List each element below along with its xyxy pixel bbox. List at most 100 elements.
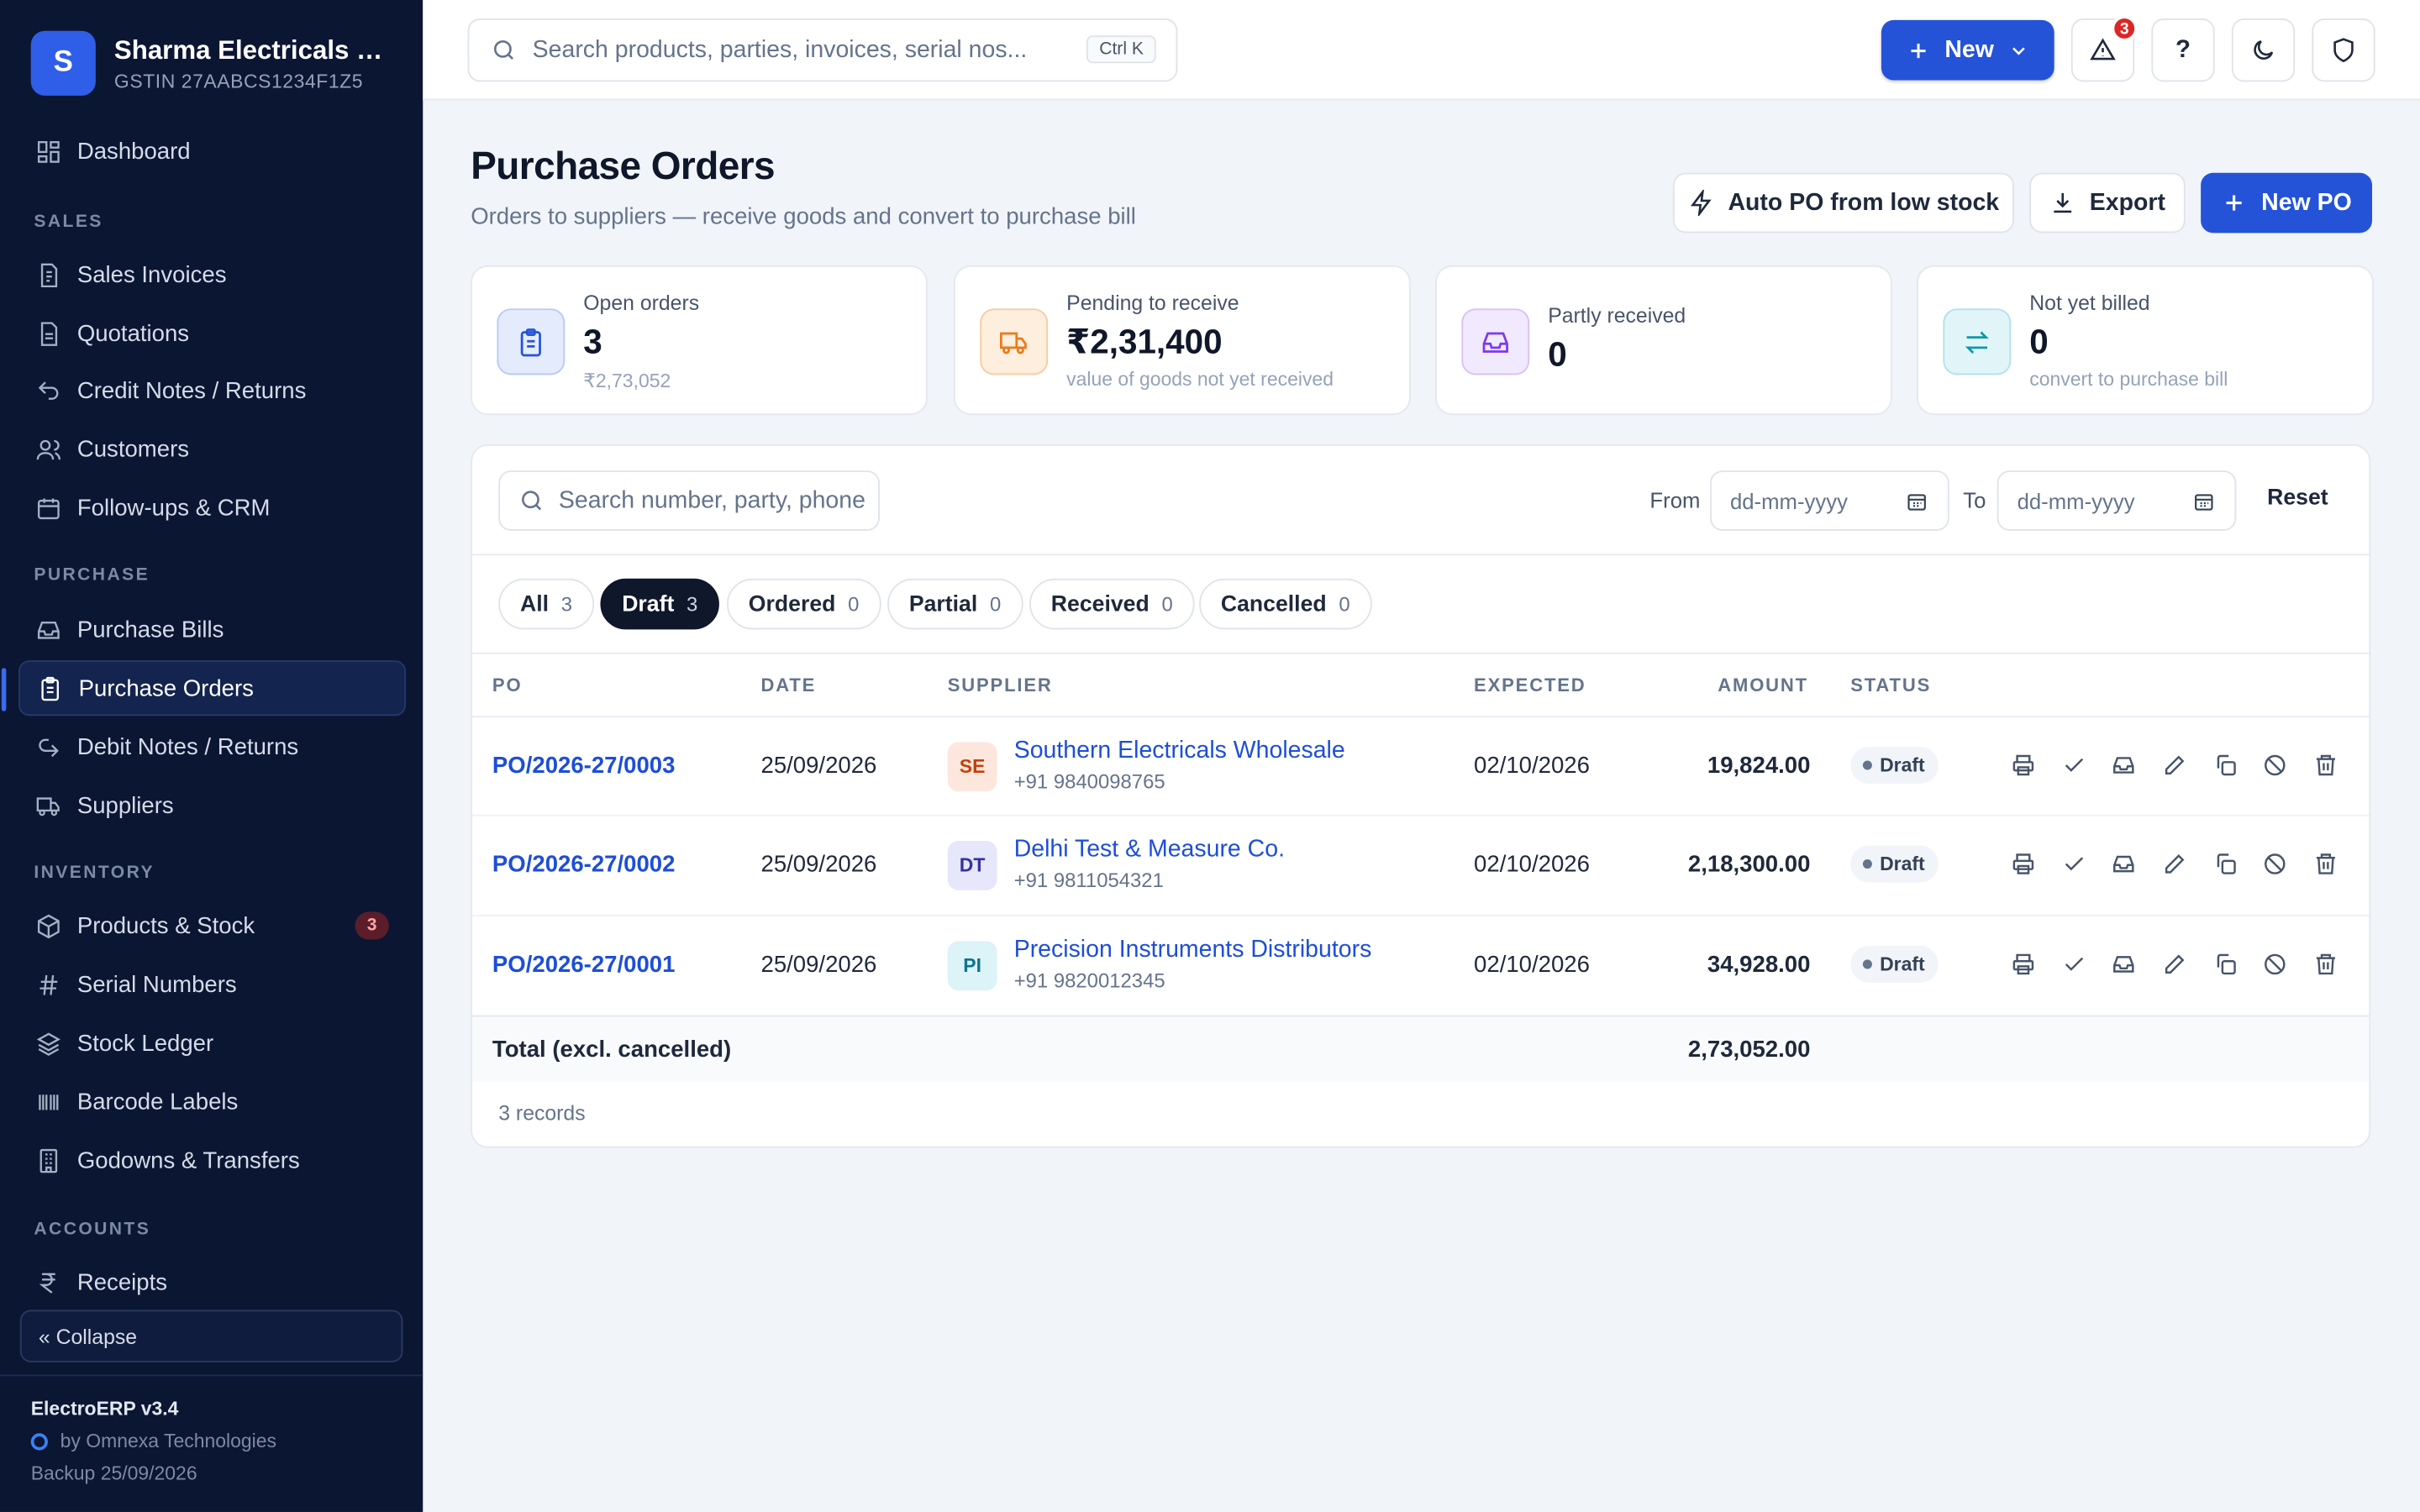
column-header-po[interactable]: PO <box>492 675 523 696</box>
to-date-field[interactable]: dd-mm-yyyy <box>1996 470 2237 531</box>
sidebar-item-sales-invoices[interactable]: Sales Invoices <box>18 247 406 302</box>
sidebar-item-barcode-labels[interactable]: Barcode Labels <box>18 1074 406 1129</box>
sidebar-item-godowns[interactable]: Godowns & Transfers <box>18 1132 406 1188</box>
sidebar-item-label: Purchase Bills <box>76 616 224 643</box>
column-header-amount[interactable]: AMOUNT <box>1718 675 1808 696</box>
security-button[interactable] <box>2312 18 2375 82</box>
inbox-icon[interactable] <box>2110 751 2138 779</box>
po-number-link[interactable]: PO/2026-27/0003 <box>492 753 676 779</box>
brand-logo: S <box>30 30 96 96</box>
edit-icon[interactable] <box>2160 950 2188 978</box>
page-header: Purchase Orders Orders to suppliers — re… <box>471 145 1136 230</box>
copy-icon[interactable] <box>2212 950 2239 978</box>
tab-cancelled[interactable]: Cancelled 0 <box>1199 578 1372 630</box>
global-search[interactable]: Search products, parties, invoices, seri… <box>467 18 1178 82</box>
tab-all[interactable]: All 3 <box>498 578 594 630</box>
sidebar-item-label: Products & Stock <box>76 912 255 939</box>
swap-icon <box>1943 308 2012 375</box>
brand[interactable]: S Sharma Electricals & Instruments GSTIN… <box>0 0 423 96</box>
search-shortcut: Ctrl K <box>1086 35 1156 64</box>
trash-icon[interactable] <box>2312 950 2339 978</box>
cancel-icon[interactable] <box>2261 850 2289 878</box>
new-po-button[interactable]: New PO <box>2201 172 2373 234</box>
sidebar-item-stock-ledger[interactable]: Stock Ledger <box>18 1016 406 1071</box>
sidebar-item-receipts[interactable]: Receipts <box>18 1254 406 1310</box>
kpi-not-billed[interactable]: Not yet billed 0 convert to purchase bil… <box>1917 265 2374 416</box>
kpi-note: convert to purchase bill <box>2029 368 2228 391</box>
orders-search-input[interactable] <box>558 486 868 515</box>
supplier-phone: +91 9820012345 <box>1013 969 1165 992</box>
po-number-link[interactable]: PO/2026-27/0002 <box>492 852 676 878</box>
reset-filters-button[interactable]: Reset <box>2267 486 2328 511</box>
help-button[interactable]: ? <box>2151 18 2215 82</box>
sidebar-item-serial-numbers[interactable]: Serial Numbers <box>18 957 406 1012</box>
copy-icon[interactable] <box>2212 751 2239 779</box>
print-icon[interactable] <box>2009 751 2037 779</box>
sidebar-item-quotations[interactable]: Quotations <box>18 306 406 361</box>
sidebar-item-products[interactable]: Products & Stock 3 <box>18 898 406 953</box>
check-icon[interactable] <box>2060 950 2088 978</box>
backup-status: Backup 25/09/2026 <box>30 1462 197 1484</box>
tab-ordered[interactable]: Ordered 0 <box>727 578 881 630</box>
tab-draft[interactable]: Draft 3 <box>600 578 720 630</box>
kpi-open-orders[interactable]: Open orders 3 ₹2,73,052 <box>471 265 928 416</box>
section-label-sales: SALES <box>34 213 103 232</box>
kpi-pending-receive[interactable]: Pending to receive ₹2,31,400 value of go… <box>954 265 1411 416</box>
divider <box>472 716 2370 718</box>
tab-label: Cancelled <box>1220 591 1327 617</box>
from-date-field[interactable]: dd-mm-yyyy <box>1710 470 1949 531</box>
sidebar-item-customers[interactable]: Customers <box>18 421 406 476</box>
sidebar-item-label: Receipts <box>76 1268 168 1295</box>
edit-icon[interactable] <box>2160 850 2188 878</box>
print-icon[interactable] <box>2009 950 2037 978</box>
section-label-accounts: ACCOUNTS <box>34 1220 151 1239</box>
expected-date: 02/10/2026 <box>1474 753 1590 780</box>
search-icon <box>522 491 542 511</box>
tab-partial[interactable]: Partial 0 <box>887 578 1023 630</box>
theme-toggle-button[interactable] <box>2231 18 2296 82</box>
print-icon[interactable] <box>2009 850 2037 878</box>
expected-date: 02/10/2026 <box>1474 952 1590 979</box>
copy-icon[interactable] <box>2212 850 2239 878</box>
supplier-name-link[interactable]: Southern Electricals Wholesale <box>1014 738 1345 765</box>
po-number-link[interactable]: PO/2026-27/0001 <box>492 952 676 978</box>
auto-po-button[interactable]: Auto PO from low stock <box>1672 172 2014 234</box>
sidebar-item-debit-notes[interactable]: Debit Notes / Returns <box>18 719 406 774</box>
supplier-name-link[interactable]: Precision Instruments Distributors <box>1014 937 1372 964</box>
cancel-icon[interactable] <box>2261 950 2289 978</box>
sidebar-item-suppliers[interactable]: Suppliers <box>18 778 406 833</box>
edit-icon[interactable] <box>2160 751 2188 779</box>
alerts-button[interactable]: 3 <box>2070 15 2138 82</box>
new-po-label: New PO <box>2261 188 2352 216</box>
column-header-supplier[interactable]: SUPPLIER <box>948 675 1053 696</box>
tab-label: Partial <box>908 591 978 617</box>
cancel-icon[interactable] <box>2261 751 2289 779</box>
tab-label: All <box>519 591 550 617</box>
check-icon[interactable] <box>2060 751 2088 779</box>
calendar-icon[interactable] <box>2193 490 2215 512</box>
column-header-date[interactable]: DATE <box>760 675 816 696</box>
supplier-name-link[interactable]: Delhi Test & Measure Co. <box>1014 836 1285 864</box>
tab-received[interactable]: Received 0 <box>1029 578 1195 630</box>
inbox-icon[interactable] <box>2110 950 2138 978</box>
collapse-sidebar-button[interactable]: « Collapse <box>19 1310 403 1362</box>
sidebar-item-followups[interactable]: Follow-ups & CRM <box>18 480 406 535</box>
check-icon[interactable] <box>2060 850 2088 878</box>
sidebar-item-credit-notes[interactable]: Credit Notes / Returns <box>18 363 406 418</box>
new-dropdown-button[interactable]: New <box>1881 19 2054 81</box>
lightning-icon <box>1690 189 1712 217</box>
sidebar-item-purchase-orders[interactable]: Purchase Orders <box>1 660 407 717</box>
sidebar-item-dashboard[interactable]: Dashboard <box>18 123 406 179</box>
inbox-icon[interactable] <box>2110 850 2138 878</box>
kpi-partly-received[interactable]: Partly received 0 <box>1435 265 1892 416</box>
column-header-status[interactable]: STATUS <box>1850 675 1931 696</box>
new-button-label: New <box>1944 36 1994 63</box>
trash-icon[interactable] <box>2312 751 2339 779</box>
sidebar-item-purchase-bills[interactable]: Purchase Bills <box>18 601 406 657</box>
trash-icon[interactable] <box>2312 850 2339 878</box>
export-button[interactable]: Export <box>2029 172 2186 234</box>
calendar-icon[interactable] <box>1906 490 1928 512</box>
orders-search[interactable] <box>498 470 880 531</box>
column-header-expected[interactable]: EXPECTED <box>1474 675 1586 696</box>
sidebar-item-label: Stock Ledger <box>76 1029 214 1057</box>
